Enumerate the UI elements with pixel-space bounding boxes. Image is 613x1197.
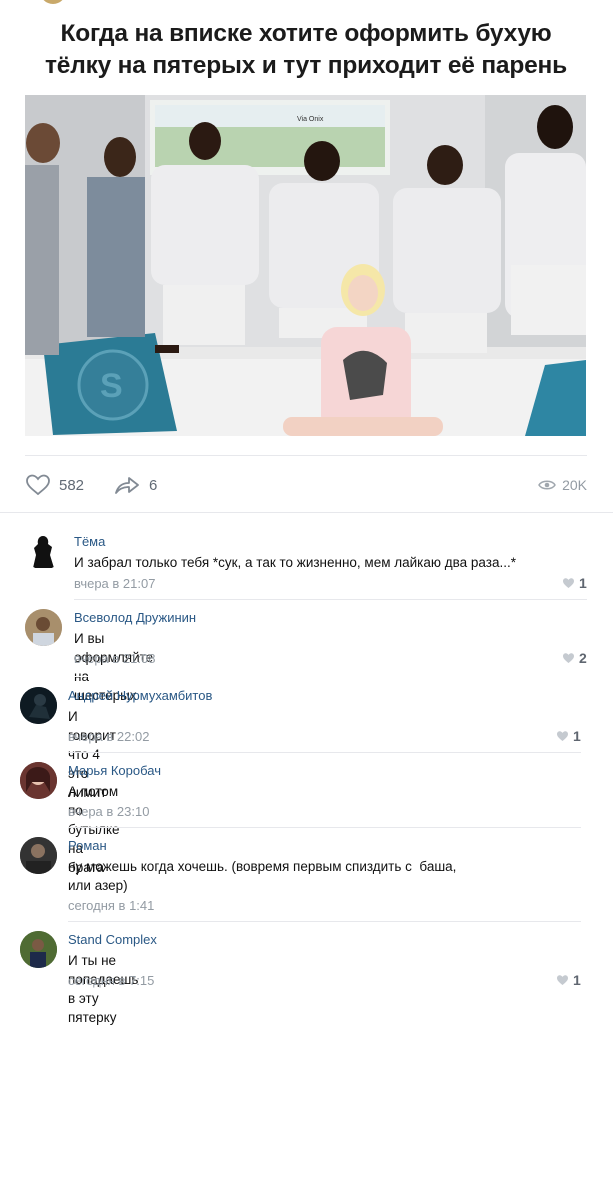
comment-like-count: 1 [573, 972, 581, 988]
avatar[interactable] [20, 931, 57, 968]
comment-text: И ты не попадаешь в эту пятерку [68, 953, 139, 1025]
comment-divider [74, 599, 587, 600]
heart-icon [25, 473, 51, 497]
meme-caption-line-1: Когда на вписке хотите оформить бухую [60, 20, 552, 47]
post-card: Когда на вписке хотите оформить бухую тё… [0, 0, 613, 676]
like-button[interactable]: 582 [25, 470, 84, 500]
comment-text: ну можешь когда хочешь. (вовремя первым … [68, 857, 588, 895]
heart-icon [563, 653, 574, 663]
comment-like-button[interactable]: 1 [556, 972, 581, 988]
heart-icon [557, 975, 568, 985]
comment-text-line-1: ну можешь когда хочешь. (вовремя первым … [68, 859, 457, 874]
comment-timestamp[interactable]: вчера в 21:07 [74, 576, 155, 591]
comment-timestamp[interactable]: вчера в 21:08 [74, 651, 155, 666]
post-author-avatar[interactable] [40, 0, 66, 4]
svg-text:S: S [100, 367, 123, 405]
heart-icon [557, 731, 568, 741]
comment-text-line-2: или азер) [68, 878, 128, 893]
comment-divider [0, 676, 613, 677]
comment-like-count: 1 [579, 575, 587, 591]
comment-timestamp[interactable]: вчера в 22:02 [68, 729, 149, 744]
comment-like-count: 1 [573, 728, 581, 744]
eye-icon [538, 479, 556, 491]
comment-like-button[interactable]: 2 [562, 650, 587, 666]
views-count: 20K [562, 477, 587, 493]
share-button[interactable]: 6 [113, 470, 157, 500]
comment-divider [68, 752, 581, 753]
actions-divider [0, 512, 613, 513]
meme-caption-line-2: тёлку на пятерых и тут приходит её парен… [45, 52, 567, 79]
views-counter: 20K [538, 470, 587, 500]
comment-divider [68, 921, 581, 922]
comment-like-button[interactable]: 1 [556, 728, 581, 744]
comment-author[interactable]: Роман [68, 838, 107, 853]
avatar[interactable] [20, 762, 57, 799]
comment-timestamp[interactable]: сегодня в 7:15 [68, 973, 154, 988]
comment-text: И забрал только тебя *сук, а так то жизн… [74, 555, 516, 570]
comment-like-button[interactable]: 1 [562, 575, 587, 591]
image-watermark: Via Onix [297, 116, 324, 123]
comment-timestamp[interactable]: сегодня в 1:41 [68, 898, 154, 913]
post-image[interactable]: Via Onix S [25, 95, 586, 436]
avatar[interactable] [20, 837, 57, 874]
share-count: 6 [149, 476, 158, 494]
comment-author[interactable]: Андрей Нурмухамбитов [68, 688, 212, 703]
avatar[interactable] [20, 687, 57, 724]
comment-author[interactable]: Stand Complex [68, 932, 157, 947]
post-divider [25, 455, 587, 456]
avatar[interactable] [25, 533, 62, 570]
comment-author[interactable]: Всеволод Дружинин [74, 610, 196, 625]
meme-caption: Когда на вписке хотите оформить бухую тё… [25, 18, 587, 82]
post-actions: 582 6 20K [25, 470, 587, 500]
comment-divider [68, 827, 581, 828]
comment-like-count: 2 [579, 650, 587, 666]
comment-author[interactable]: Тёма [74, 534, 105, 549]
comment-author[interactable]: Марья Коробач [68, 763, 161, 778]
avatar[interactable] [25, 609, 62, 646]
like-count: 582 [59, 476, 85, 494]
heart-icon [563, 578, 574, 588]
share-arrow-icon [113, 473, 141, 497]
comment-timestamp[interactable]: вчера в 23:10 [68, 804, 149, 819]
